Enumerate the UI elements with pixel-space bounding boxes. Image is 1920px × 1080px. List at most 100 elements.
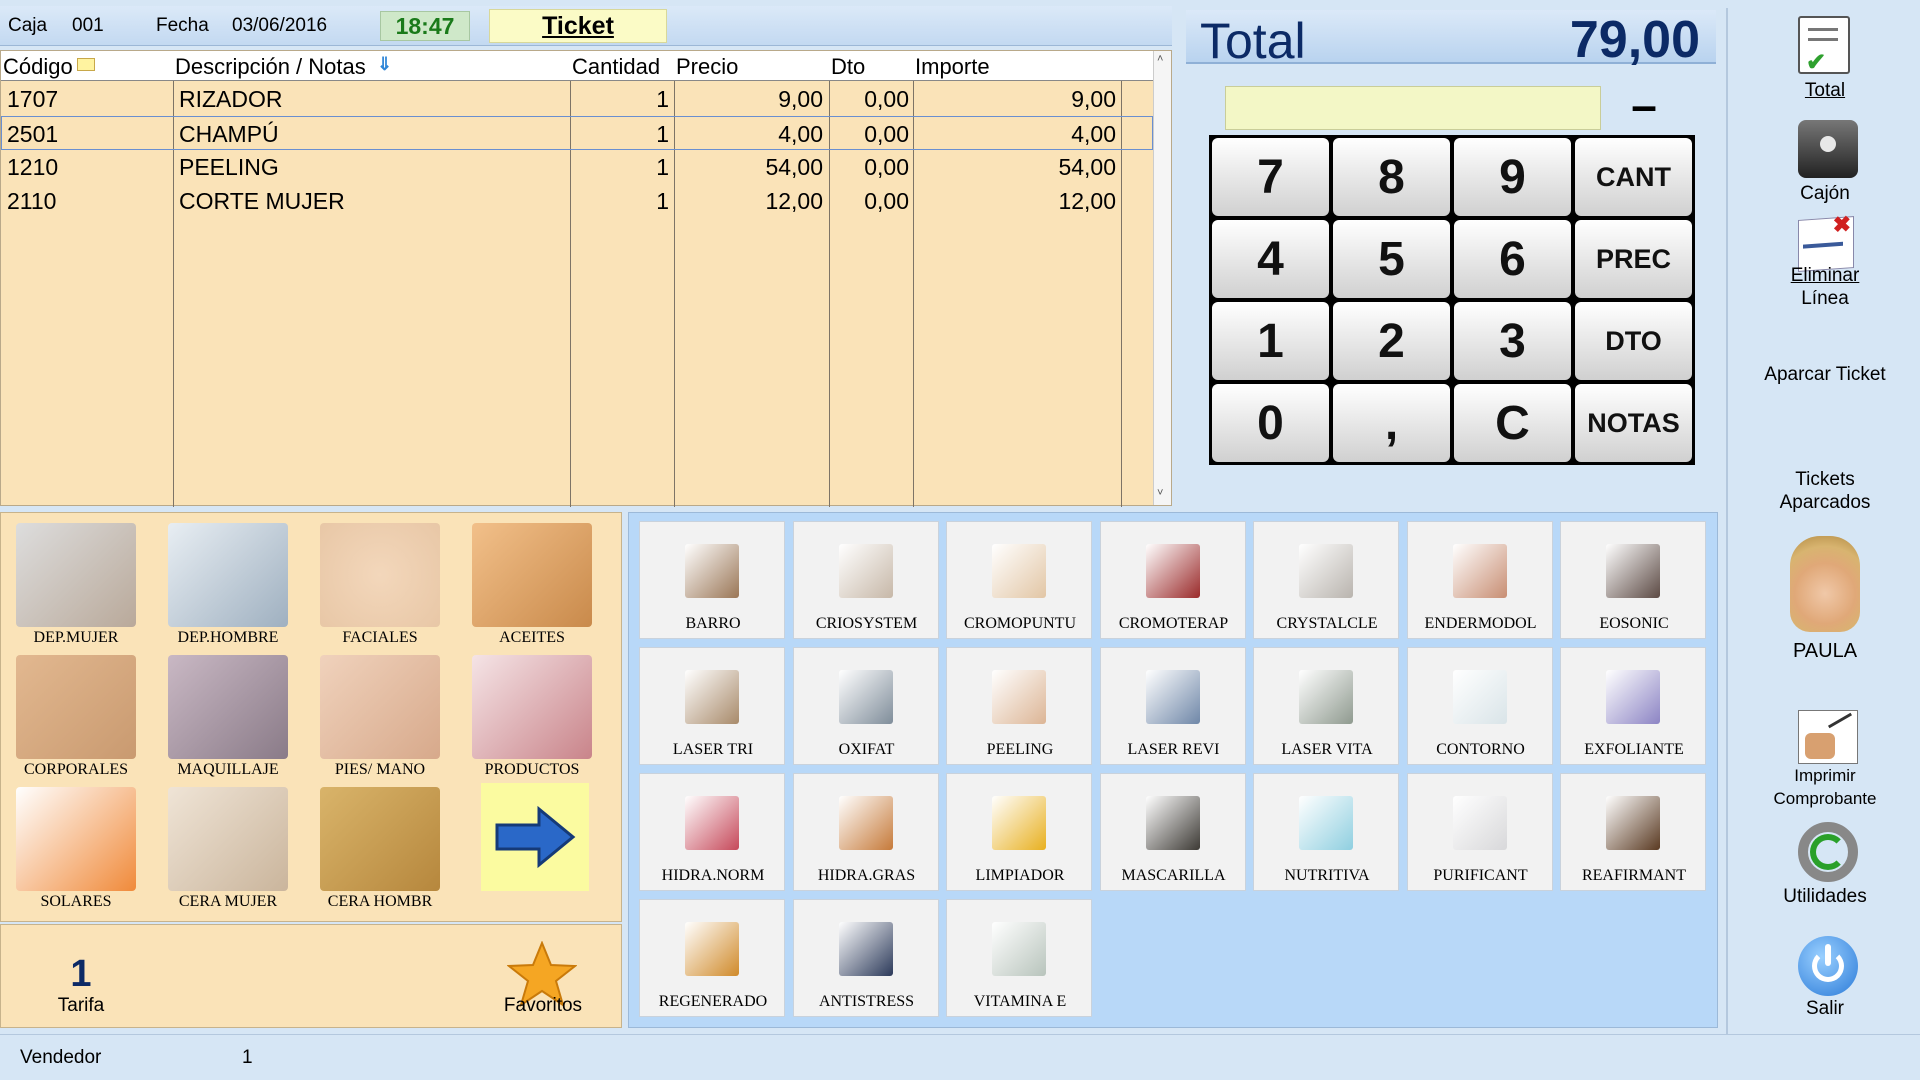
product-tile[interactable]: ANTISTRESS (792, 899, 939, 1017)
key-2[interactable]: 2 (1333, 302, 1450, 380)
table-header: Código Descripción / Notas ⇓ Cantidad Pr… (1, 51, 1153, 81)
product-tile[interactable]: LASER VITA (1253, 647, 1399, 765)
product-image (1299, 796, 1353, 850)
product-tile[interactable]: REGENERADO (639, 899, 785, 1017)
table-row[interactable]: 1707 RIZADOR 1 9,00 0,00 9,00 (1, 82, 1153, 116)
column-header-importe[interactable]: Importe (915, 54, 990, 80)
key-comma[interactable]: , (1333, 384, 1450, 462)
table-scrollbar[interactable]: ˄ ˅ (1153, 51, 1171, 505)
vendedor-label: Vendedor (20, 1047, 102, 1068)
product-tile[interactable]: CRIOSYSTEM (792, 521, 939, 639)
aparcar-ticket-button[interactable]: Aparcar Ticket (1728, 364, 1920, 386)
key-precio[interactable]: PREC (1575, 220, 1692, 298)
cash-drawer-icon[interactable] (1798, 120, 1858, 178)
imprimir-button-line2[interactable]: Comprobante (1728, 789, 1920, 809)
product-tile[interactable]: REAFIRMANT (1560, 773, 1706, 891)
family-tile[interactable]: SOLARES (1, 783, 151, 913)
family-tile[interactable]: CERA MUJER (153, 783, 303, 913)
product-tile[interactable]: HIDRA.NORM (639, 773, 785, 891)
family-tile[interactable]: CORPORALES (1, 651, 151, 781)
table-row[interactable]: 1210 PEELING 1 54,00 0,00 54,00 (1, 150, 1153, 184)
receipt-check-icon[interactable]: ✔ (1798, 16, 1850, 76)
tickets-aparcados-button-line2[interactable]: Aparcados (1728, 492, 1920, 514)
product-image (992, 670, 1046, 724)
key-clear[interactable]: C (1454, 384, 1571, 462)
amount-input[interactable] (1225, 86, 1601, 130)
key-6[interactable]: 6 (1454, 220, 1571, 298)
delete-line-icon[interactable]: ✖ (1798, 211, 1854, 272)
product-tile[interactable]: MASCARILLA (1099, 773, 1246, 891)
product-tile[interactable]: CONTORNO (1406, 647, 1553, 765)
family-tile[interactable]: CERA HOMBR (305, 783, 455, 913)
table-row[interactable]: 2110 CORTE MUJER 1 12,00 0,00 12,00 (1, 184, 1153, 218)
key-9[interactable]: 9 (1454, 138, 1571, 216)
vendedor-name[interactable]: PAULA (1728, 640, 1920, 663)
total-value: 79,00 (1569, 11, 1700, 69)
family-tile[interactable]: DEP.MUJER (1, 519, 151, 649)
family-tile[interactable]: MAQUILLAJE (153, 651, 303, 781)
key-0[interactable]: 0 (1212, 384, 1329, 462)
print-receipt-icon[interactable] (1798, 710, 1858, 764)
column-header-cantidad[interactable]: Cantidad (572, 54, 660, 80)
utilidades-button[interactable]: Utilidades (1728, 886, 1920, 908)
product-tile[interactable]: CROMOPUNTU (946, 521, 1092, 639)
family-tile[interactable]: PRODUCTOS (457, 651, 607, 781)
table-row-selected[interactable]: 2501 CHAMPÚ 1 4,00 0,00 4,00 (1, 116, 1153, 150)
favoritos-label[interactable]: Favoritos (491, 995, 595, 1017)
product-tile[interactable]: LASER REVI (1099, 647, 1246, 765)
salir-button[interactable]: Salir (1728, 998, 1920, 1020)
product-tile[interactable]: CROMOTERAP (1099, 521, 1246, 639)
product-tile[interactable]: VITAMINA E (946, 899, 1092, 1017)
tarifa-label[interactable]: Tarifa (41, 995, 121, 1017)
product-tile[interactable]: PEELING (946, 647, 1092, 765)
key-8[interactable]: 8 (1333, 138, 1450, 216)
product-tile[interactable]: NUTRITIVA (1253, 773, 1399, 891)
product-tile[interactable]: HIDRA.GRAS (792, 773, 939, 891)
minus-button[interactable]: – (1614, 82, 1674, 130)
total-button[interactable]: Total (1728, 80, 1920, 102)
key-descuento[interactable]: DTO (1575, 302, 1692, 380)
product-tile[interactable]: LASER TRI (639, 647, 785, 765)
family-tile[interactable]: DEP.HOMBRE (153, 519, 303, 649)
scroll-down-arrow-icon[interactable]: ˅ (1157, 487, 1163, 499)
scroll-up-arrow-icon[interactable]: ˄ (1157, 53, 1163, 65)
product-tile[interactable]: BARRO (639, 521, 785, 639)
family-tile[interactable]: PIES/ MANO (305, 651, 455, 781)
tab-ticket[interactable]: Ticket (489, 9, 667, 43)
cajon-button[interactable]: Cajón (1728, 183, 1920, 205)
eliminar-linea-button-line1[interactable]: Eliminar (1728, 265, 1920, 287)
key-4[interactable]: 4 (1212, 220, 1329, 298)
key-cantidad[interactable]: CANT (1575, 138, 1692, 216)
product-label: CRIOSYSTEM (815, 615, 918, 632)
family-tile[interactable]: ACEITES (457, 519, 607, 649)
eliminar-linea-button-line2[interactable]: Línea (1728, 288, 1920, 310)
product-tile[interactable]: CRYSTALCLE (1253, 521, 1399, 639)
product-tile[interactable]: EXFOLIANTE (1560, 647, 1706, 765)
family-image (472, 655, 592, 759)
utilities-gear-icon[interactable] (1798, 822, 1858, 882)
imprimir-button-line1[interactable]: Imprimir (1728, 766, 1920, 786)
power-icon[interactable] (1798, 936, 1858, 996)
family-tile[interactable]: FACIALES (305, 519, 455, 649)
tickets-aparcados-button-line1[interactable]: Tickets (1728, 469, 1920, 491)
product-tile[interactable]: OXIFAT (792, 647, 939, 765)
tarifa-value[interactable]: 1 (61, 953, 101, 996)
key-7[interactable]: 7 (1212, 138, 1329, 216)
key-1[interactable]: 1 (1212, 302, 1329, 380)
product-tile[interactable]: ENDERMODOL (1406, 521, 1553, 639)
column-header-descripcion[interactable]: Descripción / Notas (175, 54, 366, 80)
key-3[interactable]: 3 (1454, 302, 1571, 380)
product-tile[interactable]: PURIFICANT (1406, 773, 1553, 891)
column-header-dto[interactable]: Dto (831, 54, 865, 80)
column-header-precio[interactable]: Precio (676, 54, 738, 80)
cell-codigo[interactable]: 2501 (7, 121, 58, 148)
product-image (1299, 670, 1353, 724)
column-header-codigo[interactable]: Código (3, 54, 73, 80)
key-notas[interactable]: NOTAS (1575, 384, 1692, 462)
next-page-button[interactable] (481, 783, 589, 891)
key-5[interactable]: 5 (1333, 220, 1450, 298)
product-tile[interactable]: EOSONIC (1560, 521, 1706, 639)
product-tile[interactable]: LIMPIADOR (946, 773, 1092, 891)
vendedor-avatar[interactable] (1790, 536, 1860, 632)
product-image (1606, 796, 1660, 850)
